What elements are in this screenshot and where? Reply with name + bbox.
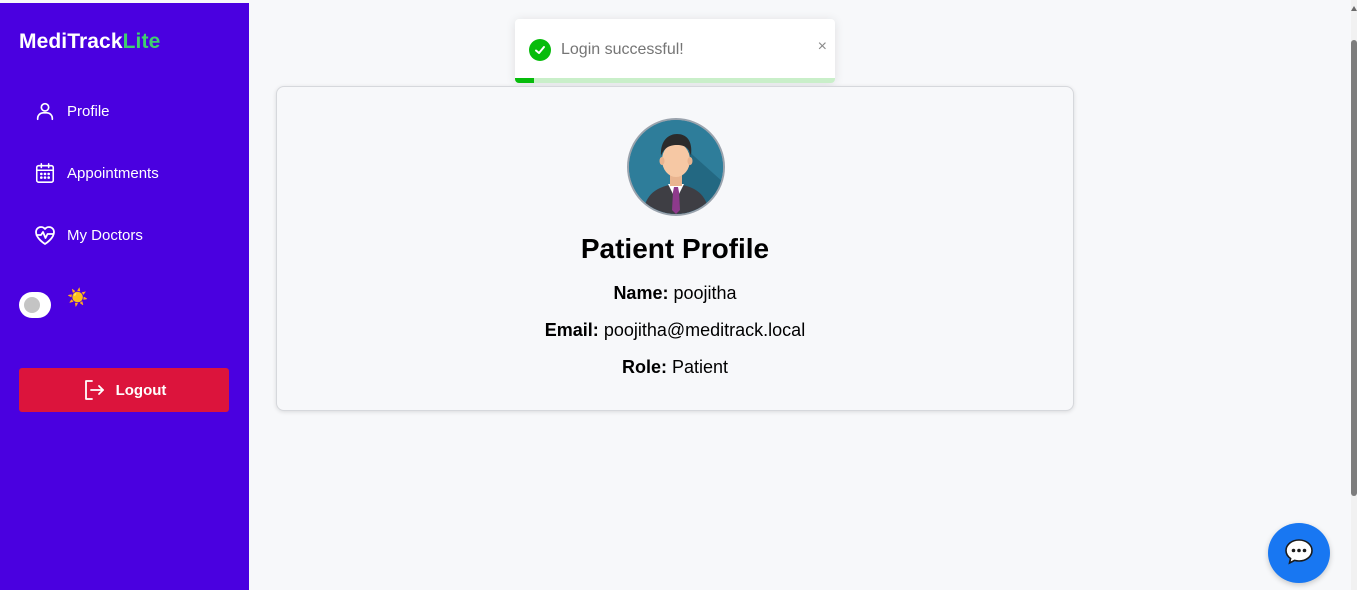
sidebar-item-my-doctors[interactable]: My Doctors <box>33 220 143 250</box>
field-label: Role: <box>621 357 667 377</box>
profile-role-row: Role: Patient <box>277 357 1073 378</box>
toast-progress-bar <box>515 78 535 83</box>
app-root: MediTrackLite Profile Appointments My Do… <box>0 0 1357 590</box>
sidebar-item-appointments[interactable]: Appointments <box>33 158 159 188</box>
avatar-man-icon <box>627 118 725 216</box>
scrollbar-thumb[interactable] <box>1351 40 1357 496</box>
logout-icon <box>82 379 106 401</box>
logout-button[interactable]: Logout <box>19 368 229 412</box>
sidebar-item-profile[interactable]: Profile <box>33 96 110 126</box>
field-label: Name: <box>613 283 669 303</box>
brand-logo: MediTrackLite <box>19 30 160 54</box>
brand-accent: Lite <box>122 30 161 53</box>
field-value: Patient <box>671 357 729 377</box>
profile-card: Patient Profile Name: poojitha Email: po… <box>276 86 1074 411</box>
scroll-up-arrow-icon[interactable] <box>1351 6 1357 11</box>
sidebar: MediTrackLite Profile Appointments My Do… <box>0 3 249 590</box>
login-toast: Login successful! × <box>515 19 835 83</box>
page-title: Patient Profile <box>580 233 770 264</box>
check-circle-icon <box>529 39 551 61</box>
logout-label: Logout <box>115 381 167 399</box>
sidebar-item-label: My Doctors <box>67 226 143 244</box>
toast-progress-track <box>515 78 835 83</box>
chat-bubble-icon <box>1284 537 1314 570</box>
brand-primary: MediTrack <box>19 30 123 53</box>
profile-email-row: Email: poojitha@meditrack.local <box>277 320 1073 341</box>
field-value: poojitha@meditrack.local <box>603 320 806 340</box>
toast-message: Login successful! <box>561 41 684 58</box>
theme-toggle[interactable] <box>19 292 51 318</box>
calendar-icon <box>33 161 57 185</box>
page-scrollbar[interactable] <box>1351 0 1357 590</box>
sidebar-item-label: Appointments <box>67 164 159 182</box>
field-label: Email: <box>544 320 599 340</box>
chat-button[interactable] <box>1268 523 1330 583</box>
field-value: poojitha <box>673 283 737 303</box>
sidebar-item-label: Profile <box>67 102 110 120</box>
toggle-knob <box>24 297 40 313</box>
heart-pulse-icon <box>33 223 57 247</box>
sun-icon: ☀️ <box>67 288 89 307</box>
close-icon[interactable]: × <box>818 39 827 55</box>
profile-name-row: Name: poojitha <box>277 283 1073 304</box>
user-icon <box>33 99 57 123</box>
